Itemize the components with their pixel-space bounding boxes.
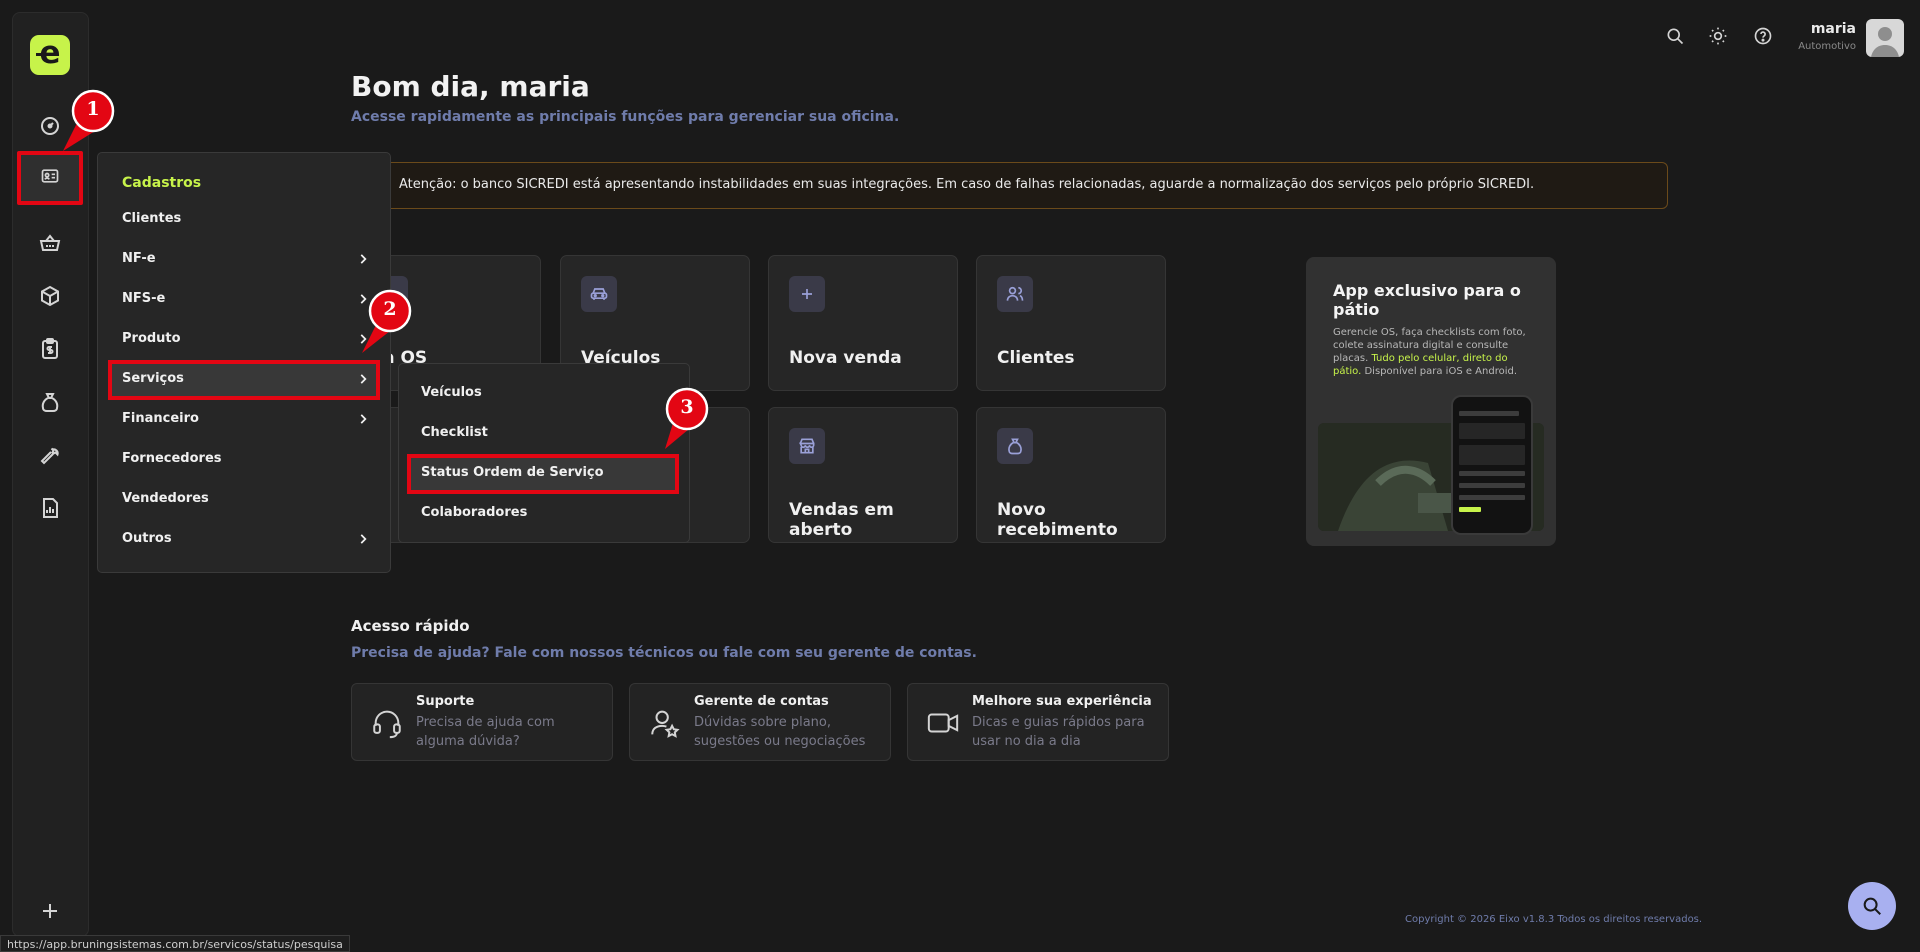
basket-icon[interactable]	[38, 231, 62, 255]
step-marker-3: 3	[665, 387, 709, 449]
menu-item-nfe[interactable]: NF-e	[108, 240, 380, 280]
tile-label: Vendas em aberto	[789, 500, 894, 540]
menu-item-produto[interactable]: Produto	[108, 320, 380, 360]
card-title: Melhore sua experiência	[972, 694, 1152, 709]
chevron-right-icon	[356, 372, 370, 386]
tile-nova-venda[interactable]: Nova venda	[768, 255, 958, 391]
avatar[interactable]	[1866, 19, 1904, 57]
sun-icon[interactable]	[1708, 26, 1728, 46]
submenu-item-status-os[interactable]: Status Ordem de Serviço	[407, 454, 679, 494]
step-marker-2: 2	[362, 289, 412, 353]
box-icon[interactable]	[38, 284, 62, 308]
step-marker-1: 1	[63, 89, 115, 151]
help-icon[interactable]	[1753, 26, 1773, 46]
search-fab[interactable]	[1848, 882, 1896, 930]
id-card-icon[interactable]	[17, 151, 83, 205]
promo-text: Gerencie OS, faça checklists com foto, c…	[1333, 327, 1526, 377]
search-icon[interactable]	[1665, 26, 1685, 46]
submenu-item-checklist[interactable]: Checklist	[407, 414, 683, 454]
tile-label: Novo recebimento	[997, 500, 1118, 540]
store-icon	[789, 428, 825, 464]
tile-label: Nova venda	[789, 348, 902, 368]
card-title: Gerente de contas	[694, 694, 829, 709]
copyright: Copyright © 2026 Eixo v1.8.3 Todos os di…	[1405, 914, 1703, 925]
money-bag-icon	[997, 428, 1033, 464]
car-icon	[581, 276, 617, 312]
report-icon[interactable]	[38, 496, 62, 520]
wrench-icon[interactable]	[38, 443, 62, 467]
alert-text: Atenção: o banco SICREDI está apresentan…	[399, 177, 1535, 192]
video-icon	[926, 706, 960, 740]
tile-novo-recebimento[interactable]: Novo recebimento	[976, 407, 1166, 543]
user-name: maria	[1810, 21, 1856, 37]
submenu-item-veiculos[interactable]: Veículos	[407, 374, 683, 414]
support-card[interactable]: Suporte Precisa de ajuda com alguma dúvi…	[351, 683, 613, 761]
chevron-right-icon	[356, 252, 370, 266]
page-title: Bom dia, maria	[351, 70, 590, 103]
servicos-submenu: Veículos Checklist Status Ordem de Servi…	[398, 363, 690, 543]
card-desc: Dicas e guias rápidos para usar no dia a…	[972, 715, 1145, 749]
user-role: Automotivo	[1798, 41, 1856, 52]
card-desc: Precisa de ajuda com alguma dúvida?	[416, 715, 555, 749]
menu-item-financeiro[interactable]: Financeiro	[108, 400, 380, 440]
experience-card[interactable]: Melhore sua experiência Dicas e guias rá…	[907, 683, 1169, 761]
account-manager-card[interactable]: Gerente de contas Dúvidas sobre plano, s…	[629, 683, 891, 761]
menu-item-fornecedores[interactable]: Fornecedores	[108, 440, 380, 480]
submenu-item-colaboradores[interactable]: Colaboradores	[407, 494, 683, 534]
money-bag-icon[interactable]	[38, 390, 62, 414]
plus-icon	[789, 276, 825, 312]
quick-access-subtitle: Precisa de ajuda? Fale com nossos técnic…	[351, 645, 977, 661]
status-bar-url: https://app.bruningsistemas.com.br/servi…	[0, 935, 350, 952]
clipboard-dollar-icon[interactable]	[38, 337, 62, 361]
menu-item-vendedores[interactable]: Vendedores	[108, 480, 380, 520]
user-star-icon	[648, 706, 682, 740]
quick-access-title: Acesso rápido	[351, 617, 470, 635]
headset-icon	[370, 706, 404, 740]
chevron-right-icon	[356, 412, 370, 426]
menu-item-outros[interactable]: Outros	[108, 520, 380, 560]
cadastros-menu: Cadastros Clientes NF-e NFS-e Produto Se…	[97, 152, 391, 573]
tile-label: Clientes	[997, 348, 1075, 368]
tile-vendas-em-aberto[interactable]: Vendas em aberto	[768, 407, 958, 543]
page-subtitle: Acesse rapidamente as principais funções…	[351, 109, 900, 125]
app-promo-card[interactable]: App exclusivo para o pátio Gerencie OS, …	[1306, 257, 1556, 546]
card-desc: Dúvidas sobre plano, sugestões ou negoci…	[694, 715, 866, 749]
plus-icon[interactable]	[38, 899, 62, 923]
menu-item-nfse[interactable]: NFS-e	[108, 280, 380, 320]
chevron-right-icon	[356, 532, 370, 546]
warning-alert: Atenção: o banco SICREDI está apresentan…	[380, 162, 1668, 209]
menu-header: Cadastros	[122, 175, 202, 191]
tile-clientes[interactable]: Clientes	[976, 255, 1166, 391]
gauge-icon[interactable]	[38, 114, 62, 138]
users-icon	[997, 276, 1033, 312]
app-logo[interactable]: e	[30, 35, 70, 75]
menu-item-clientes[interactable]: Clientes	[108, 200, 380, 240]
menu-item-servicos[interactable]: Serviços	[108, 360, 380, 400]
promo-title: App exclusivo para o pátio	[1333, 281, 1521, 319]
card-title: Suporte	[416, 694, 475, 709]
phone-mockup	[1451, 395, 1533, 535]
